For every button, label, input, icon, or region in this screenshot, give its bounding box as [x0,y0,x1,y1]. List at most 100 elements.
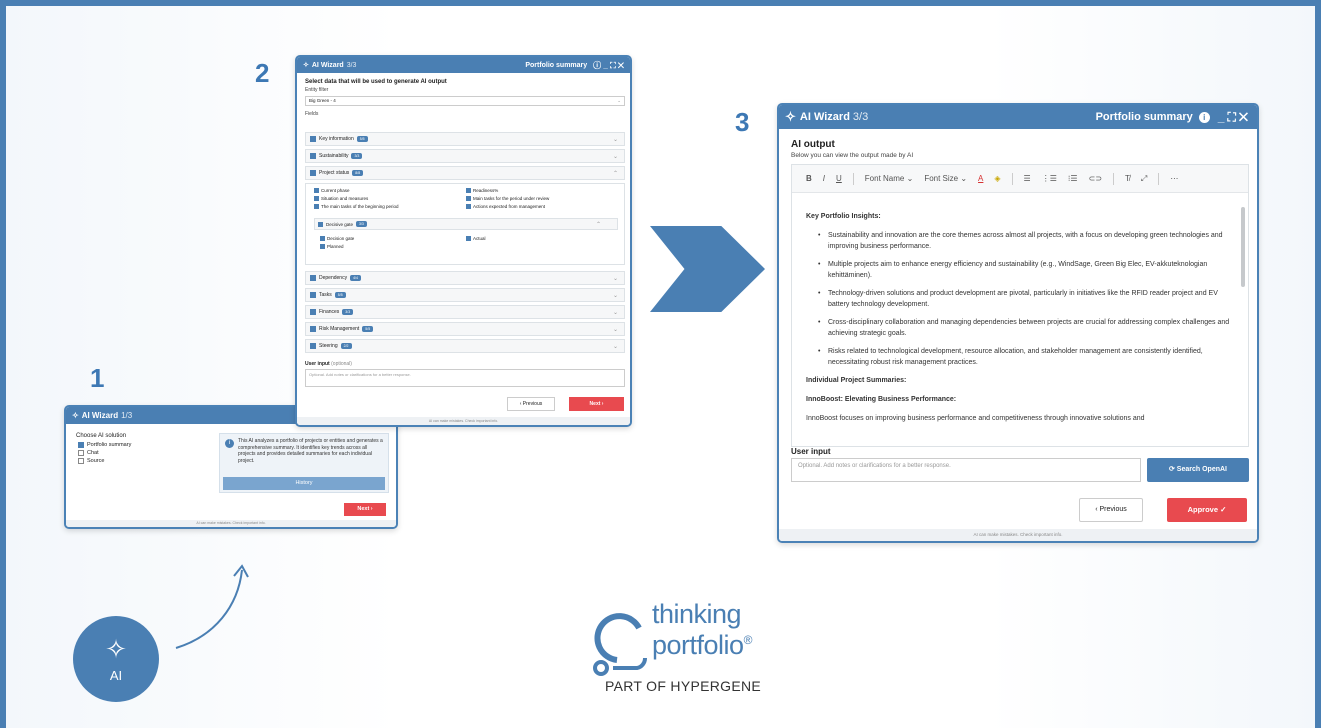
chevron-down-icon: ⌄ [612,292,618,299]
checkbox-icon[interactable] [310,326,316,332]
bold-button[interactable]: B [806,174,812,183]
section-decisive-gate[interactable]: Decisive gate 3/3 ⌃ [314,218,618,230]
clear-format-icon[interactable]: T̸ [1125,174,1130,183]
align-icon[interactable]: ☰ [1024,174,1031,183]
field-actions-expected[interactable]: Actions expected from management [466,204,545,209]
checkbox-icon[interactable] [310,153,316,159]
underline-button[interactable]: U [836,174,842,183]
window-controls[interactable]: _⛶✕ [1218,110,1251,125]
previous-button[interactable]: ‹ Previous [1079,498,1143,522]
list-item: Sustainability and innovation are the co… [806,230,1232,252]
checkbox-icon[interactable] [310,343,316,349]
numbered-list-icon[interactable]: ⋮☰ [1042,174,1057,183]
checkbox-icon[interactable] [314,204,319,209]
window-controls[interactable]: ⓘ _ ⛶ ✕ [593,60,624,71]
checkbox-icon[interactable] [310,170,316,176]
user-input-field[interactable]: Optional. Add notes or clarifications fo… [791,458,1141,482]
section-project-status[interactable]: Project status 8/8 ⌃ [305,166,625,180]
checkbox-icon[interactable] [318,221,323,227]
checkbox-icon[interactable] [78,450,84,456]
project-status-fields: Current phase Situation and measures The… [305,183,625,265]
checkbox-icon[interactable] [466,196,471,201]
scrollbar[interactable] [1241,197,1245,445]
field-label: The main tasks of the beginning period [321,204,399,209]
user-input-label-text: User input [305,361,330,367]
checkbox-icon[interactable] [78,458,84,464]
section-steering[interactable]: Steering 2/2 ⌄ [305,339,625,353]
list-item: Risks related to technological developme… [806,346,1232,368]
checkbox-icon[interactable] [466,188,471,193]
ai-badge: ✧ AI [73,616,159,702]
search-openai-button[interactable]: ⟳ Search OpenAI [1147,458,1249,482]
section-sustainability[interactable]: Sustainability 3/3 ⌄ [305,149,625,163]
info-icon[interactable]: i [1198,111,1210,123]
section-risk-management[interactable]: Risk Management 5/5 ⌄ [305,322,625,336]
disclaimer-footer: AI can make mistakes. Check important in… [779,529,1257,541]
approve-button[interactable]: Approve ✓ [1167,498,1247,522]
font-color-icon[interactable]: A [978,174,983,183]
section-label: Finances [319,309,340,315]
user-input-label: User input (optional) [305,361,352,367]
expand-icon[interactable]: ⤢ [1141,174,1147,184]
logo-line1: thinking [652,599,742,629]
user-input-field[interactable]: Optional. Add notes or clarifications fo… [305,369,625,387]
field-label: Situation and measures [321,196,369,201]
field-main-tasks-review[interactable]: Main tasks for the period under review [466,196,549,201]
checkbox-icon[interactable] [310,292,316,298]
section-tasks[interactable]: Tasks 5/5 ⌄ [305,288,625,302]
font-size-dropdown[interactable]: Font Size ⌄ [924,174,967,183]
checkbox-icon[interactable] [466,204,471,209]
link-icon[interactable]: ⊂⊃ [1089,174,1102,183]
field-actual[interactable]: Actual [466,236,486,241]
toolbar-separator [1113,172,1115,185]
font-name-dropdown[interactable]: Font Name ⌄ [865,174,914,183]
field-decision-gate[interactable]: Decision gate [320,236,354,241]
section-key-information[interactable]: Key information 5/5 ⌄ [305,132,625,146]
individual-heading: Individual Project Summaries: [806,377,907,384]
option-source[interactable]: Source [78,458,104,464]
section-label: Sustainability [319,153,349,159]
more-icon[interactable]: ⋯ [1170,174,1178,183]
checkbox-icon[interactable] [314,188,319,193]
highlight-icon[interactable]: ◈ [994,174,1000,183]
project-heading: InnoBoost: Elevating Business Performanc… [806,396,957,403]
ai-output-description: Below you can view the output made by AI [791,152,914,159]
field-main-tasks-beginning[interactable]: The main tasks of the beginning period [314,204,399,209]
toolbar-separator [852,172,854,185]
checkbox-icon[interactable] [314,196,319,201]
checkbox-icon[interactable] [310,136,316,142]
step-number-2: 2 [255,58,270,88]
window-header: ✧ AI Wizard 3/3 Portfolio summary i _⛶✕ [779,105,1257,129]
window-title: AI Wizard [81,411,119,420]
disclaimer-footer: AI can make mistakes. Check important in… [297,417,630,425]
field-situation[interactable]: Situation and measures [314,196,368,201]
field-label: Decision gate [327,236,355,241]
chevron-down-icon: ⌄ [612,343,618,350]
field-current-phase[interactable]: Current phase [314,188,350,193]
section-dependency[interactable]: Dependency 4/4 ⌄ [305,271,625,285]
history-button[interactable]: History [223,477,385,490]
logo-line2: portfolio® [652,626,752,659]
checkbox-icon[interactable] [320,236,325,241]
option-chat[interactable]: Chat [78,450,99,456]
entity-filter-select[interactable]: Big Green - 4 ⌄ [305,96,625,106]
checkbox-icon[interactable] [320,244,325,249]
section-finances[interactable]: Finances 3/3 ⌄ [305,305,625,319]
checkbox-icon[interactable] [310,275,316,281]
checkbox-icon[interactable] [78,442,84,448]
select-data-title: Select data that will be used to generat… [305,79,447,85]
checkbox-icon[interactable] [466,236,471,241]
section-label: Steering [319,343,338,349]
next-button[interactable]: Next › [569,397,624,411]
next-button[interactable]: Next › [344,503,386,516]
option-portfolio-summary[interactable]: Portfolio summary [78,442,131,448]
field-planned[interactable]: Planned [320,244,344,249]
checkbox-icon[interactable] [310,309,316,315]
italic-button[interactable]: I [823,174,825,183]
rich-text-editor[interactable]: B I U Font Name ⌄ Font Size ⌄ A ◈ ☰ ⋮☰ ⁝… [791,164,1249,447]
scrollbar-thumb[interactable] [1241,207,1245,287]
bullet-list-icon[interactable]: ⁝☰ [1068,174,1078,183]
previous-button[interactable]: ‹ Previous [507,397,555,411]
section-label: Risk Management [319,326,360,332]
field-readiness[interactable]: Readiness% [466,188,498,193]
